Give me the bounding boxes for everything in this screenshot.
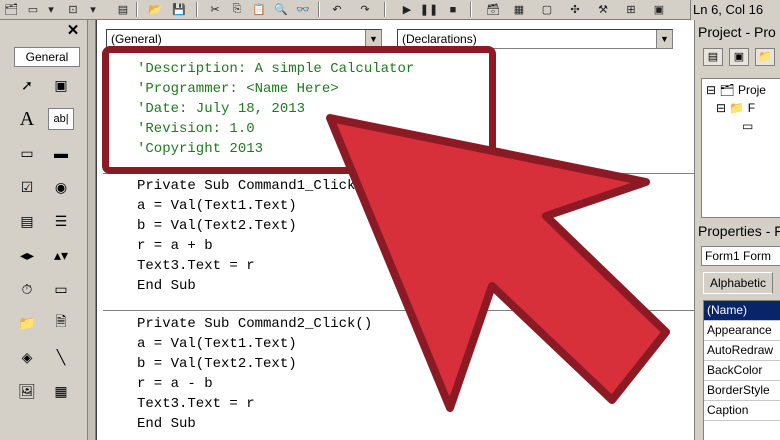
copy-icon[interactable]: ⎘ [228,1,246,18]
code-line: Text3.Text = r [137,258,255,274]
tree-node-form[interactable]: ▭ [742,119,753,133]
property-row[interactable]: (Name) [704,301,780,321]
undo-icon[interactable]: ↶ [328,1,346,18]
tree-node-forms-folder[interactable]: ⊟ 📁 F [716,101,755,115]
toolbox-icon[interactable]: ⚒ [594,1,612,18]
filelistbox-tool[interactable]: 🗎 [48,312,74,334]
optionbutton-tool[interactable]: ◉ [48,176,74,198]
object-combo-value: (General) [111,32,162,46]
project-icon: 🗂 [719,83,735,97]
folder-icon: 📁 [729,101,745,115]
data-tool[interactable]: ▦ [48,380,74,402]
hscrollbar-tool[interactable]: ◂▸ [14,244,40,266]
shape-tool[interactable]: ◈ [14,346,40,368]
toggle-folders-icon[interactable]: 📁 [755,48,775,66]
property-row[interactable]: BackColor [704,361,780,381]
view-object-icon[interactable]: ▣ [729,48,749,66]
property-row[interactable]: Appearance [704,321,780,341]
code-line: End Sub [137,278,196,294]
form-icon: ▭ [742,119,754,133]
dropdown-icon[interactable]: ▾ [84,1,102,18]
code-line: a = Val(Text1.Text) [137,336,297,352]
project-tree[interactable]: ⊟ 🗂 Proje ⊟ 📁 F ▭ [701,78,780,218]
toolbox-group-general[interactable]: General [14,47,80,67]
visual-component-manager-icon[interactable]: ▣ [650,1,668,18]
listbox-tool[interactable]: ☰ [48,210,74,232]
pointer-tool[interactable]: ➚ [14,74,40,96]
paste-icon[interactable]: 📋 [250,1,268,18]
property-row[interactable]: BorderStyle [704,381,780,401]
right-dock: Project - Pro ▤ ▣ 📁 ⊟ 🗂 Proje ⊟ 📁 F ▭ Pr… [694,20,780,440]
arrow-shape [326,114,670,412]
picturebox-tool[interactable]: ▣ [48,74,74,96]
find-icon[interactable]: 🔍 [272,1,290,18]
cursor-position-label: Ln 6, Col 16 [690,0,780,20]
label-tool[interactable]: A [14,108,40,130]
code-line: End Sub [137,416,196,432]
data-view-icon[interactable]: ⊞ [622,1,640,18]
checkbox-tool[interactable]: ☑ [14,176,40,198]
drivelistbox-tool[interactable]: ▭ [48,278,74,300]
object-browser-icon[interactable]: ✣ [566,1,584,18]
tab-alphabetic[interactable]: Alphabetic [703,272,773,294]
properties-window-icon[interactable]: ▦ [510,1,528,18]
open-icon[interactable]: 📂 [146,1,164,18]
combobox-tool[interactable]: ▤ [14,210,40,232]
line-tool[interactable]: ╲ [48,346,74,368]
find-binoculars-icon[interactable]: 👓 [294,1,312,18]
code-line: Text3.Text = r [137,396,255,412]
add-module-icon[interactable]: ⊡ [64,1,82,18]
save-icon[interactable]: 💾 [170,1,188,18]
property-row[interactable]: AutoRedraw [704,341,780,361]
form-layout-icon[interactable]: ▢ [538,1,556,18]
code-line: a = Val(Text1.Text) [137,198,297,214]
break-icon[interactable]: ❚❚ [420,1,438,18]
project-toolbar: ▤ ▣ 📁 [703,48,779,70]
code-line: b = Val(Text2.Text) [137,356,297,372]
run-icon[interactable]: ▶ [398,1,416,18]
add-form-icon[interactable]: ▭ [24,1,42,18]
properties-panel-title: Properties - F [698,223,780,239]
redo-icon[interactable]: ↷ [356,1,374,18]
dirlistbox-tool[interactable]: 📁 [14,312,40,334]
cut-icon[interactable]: ✂ [206,1,224,18]
image-tool[interactable]: 🖼 [14,380,40,402]
project-explorer-icon[interactable]: 🗃 [484,1,502,18]
toolbox-panel: ✕ General ➚ ▣ Aab| ▭ ▬ ☑ ◉ ▤ ☰ ◂▸ ▴▾ ⏱ ▭ 📁 🗎 ◈ ╲ 🖼 ▦ [0,20,88,440]
pointer-arrow-icon [326,114,670,412]
stop-icon[interactable]: ■ [444,1,462,18]
panel-splitter[interactable] [88,20,96,440]
tree-node-label: F [747,101,756,115]
code-line: r = a + b [137,238,213,254]
textbox-tool[interactable]: ab| [48,108,74,130]
vscrollbar-tool[interactable]: ▴▾ [48,244,74,266]
timer-tool[interactable]: ⏱ [14,278,40,300]
project-panel-title: Project - Pro [698,24,776,40]
chevron-down-icon[interactable]: ▼ [656,30,672,48]
commandbutton-tool[interactable]: ▬ [48,142,74,164]
code-line: b = Val(Text2.Text) [137,218,297,234]
menu-editor-icon[interactable]: ▤ [114,1,132,18]
properties-list[interactable]: (Name) Appearance AutoRedraw BackColor B… [703,300,780,440]
dropdown-icon[interactable]: ▾ [42,1,60,18]
properties-object-select[interactable]: Form1 Form [701,246,780,266]
add-project-icon[interactable]: 🗂 [2,1,20,18]
frame-tool[interactable]: ▭ [14,142,40,164]
tree-node-project[interactable]: ⊟ 🗂 Proje [706,83,766,97]
view-code-icon[interactable]: ▤ [703,48,723,66]
close-icon[interactable]: ✕ [63,23,83,39]
procedure-combo-value: (Declarations) [402,32,477,46]
tree-node-label: Proje [737,83,766,97]
property-row[interactable]: Caption [704,401,780,421]
standard-toolbar: 🗂 ▭ ▾ ⊡ ▾ ▤ 📂 💾 ✂ ⎘ 📋 🔍 👓 ↶ ↷ ▶ ❚❚ ■ 🗃 ▦… [0,0,690,20]
code-line: r = a - b [137,376,213,392]
